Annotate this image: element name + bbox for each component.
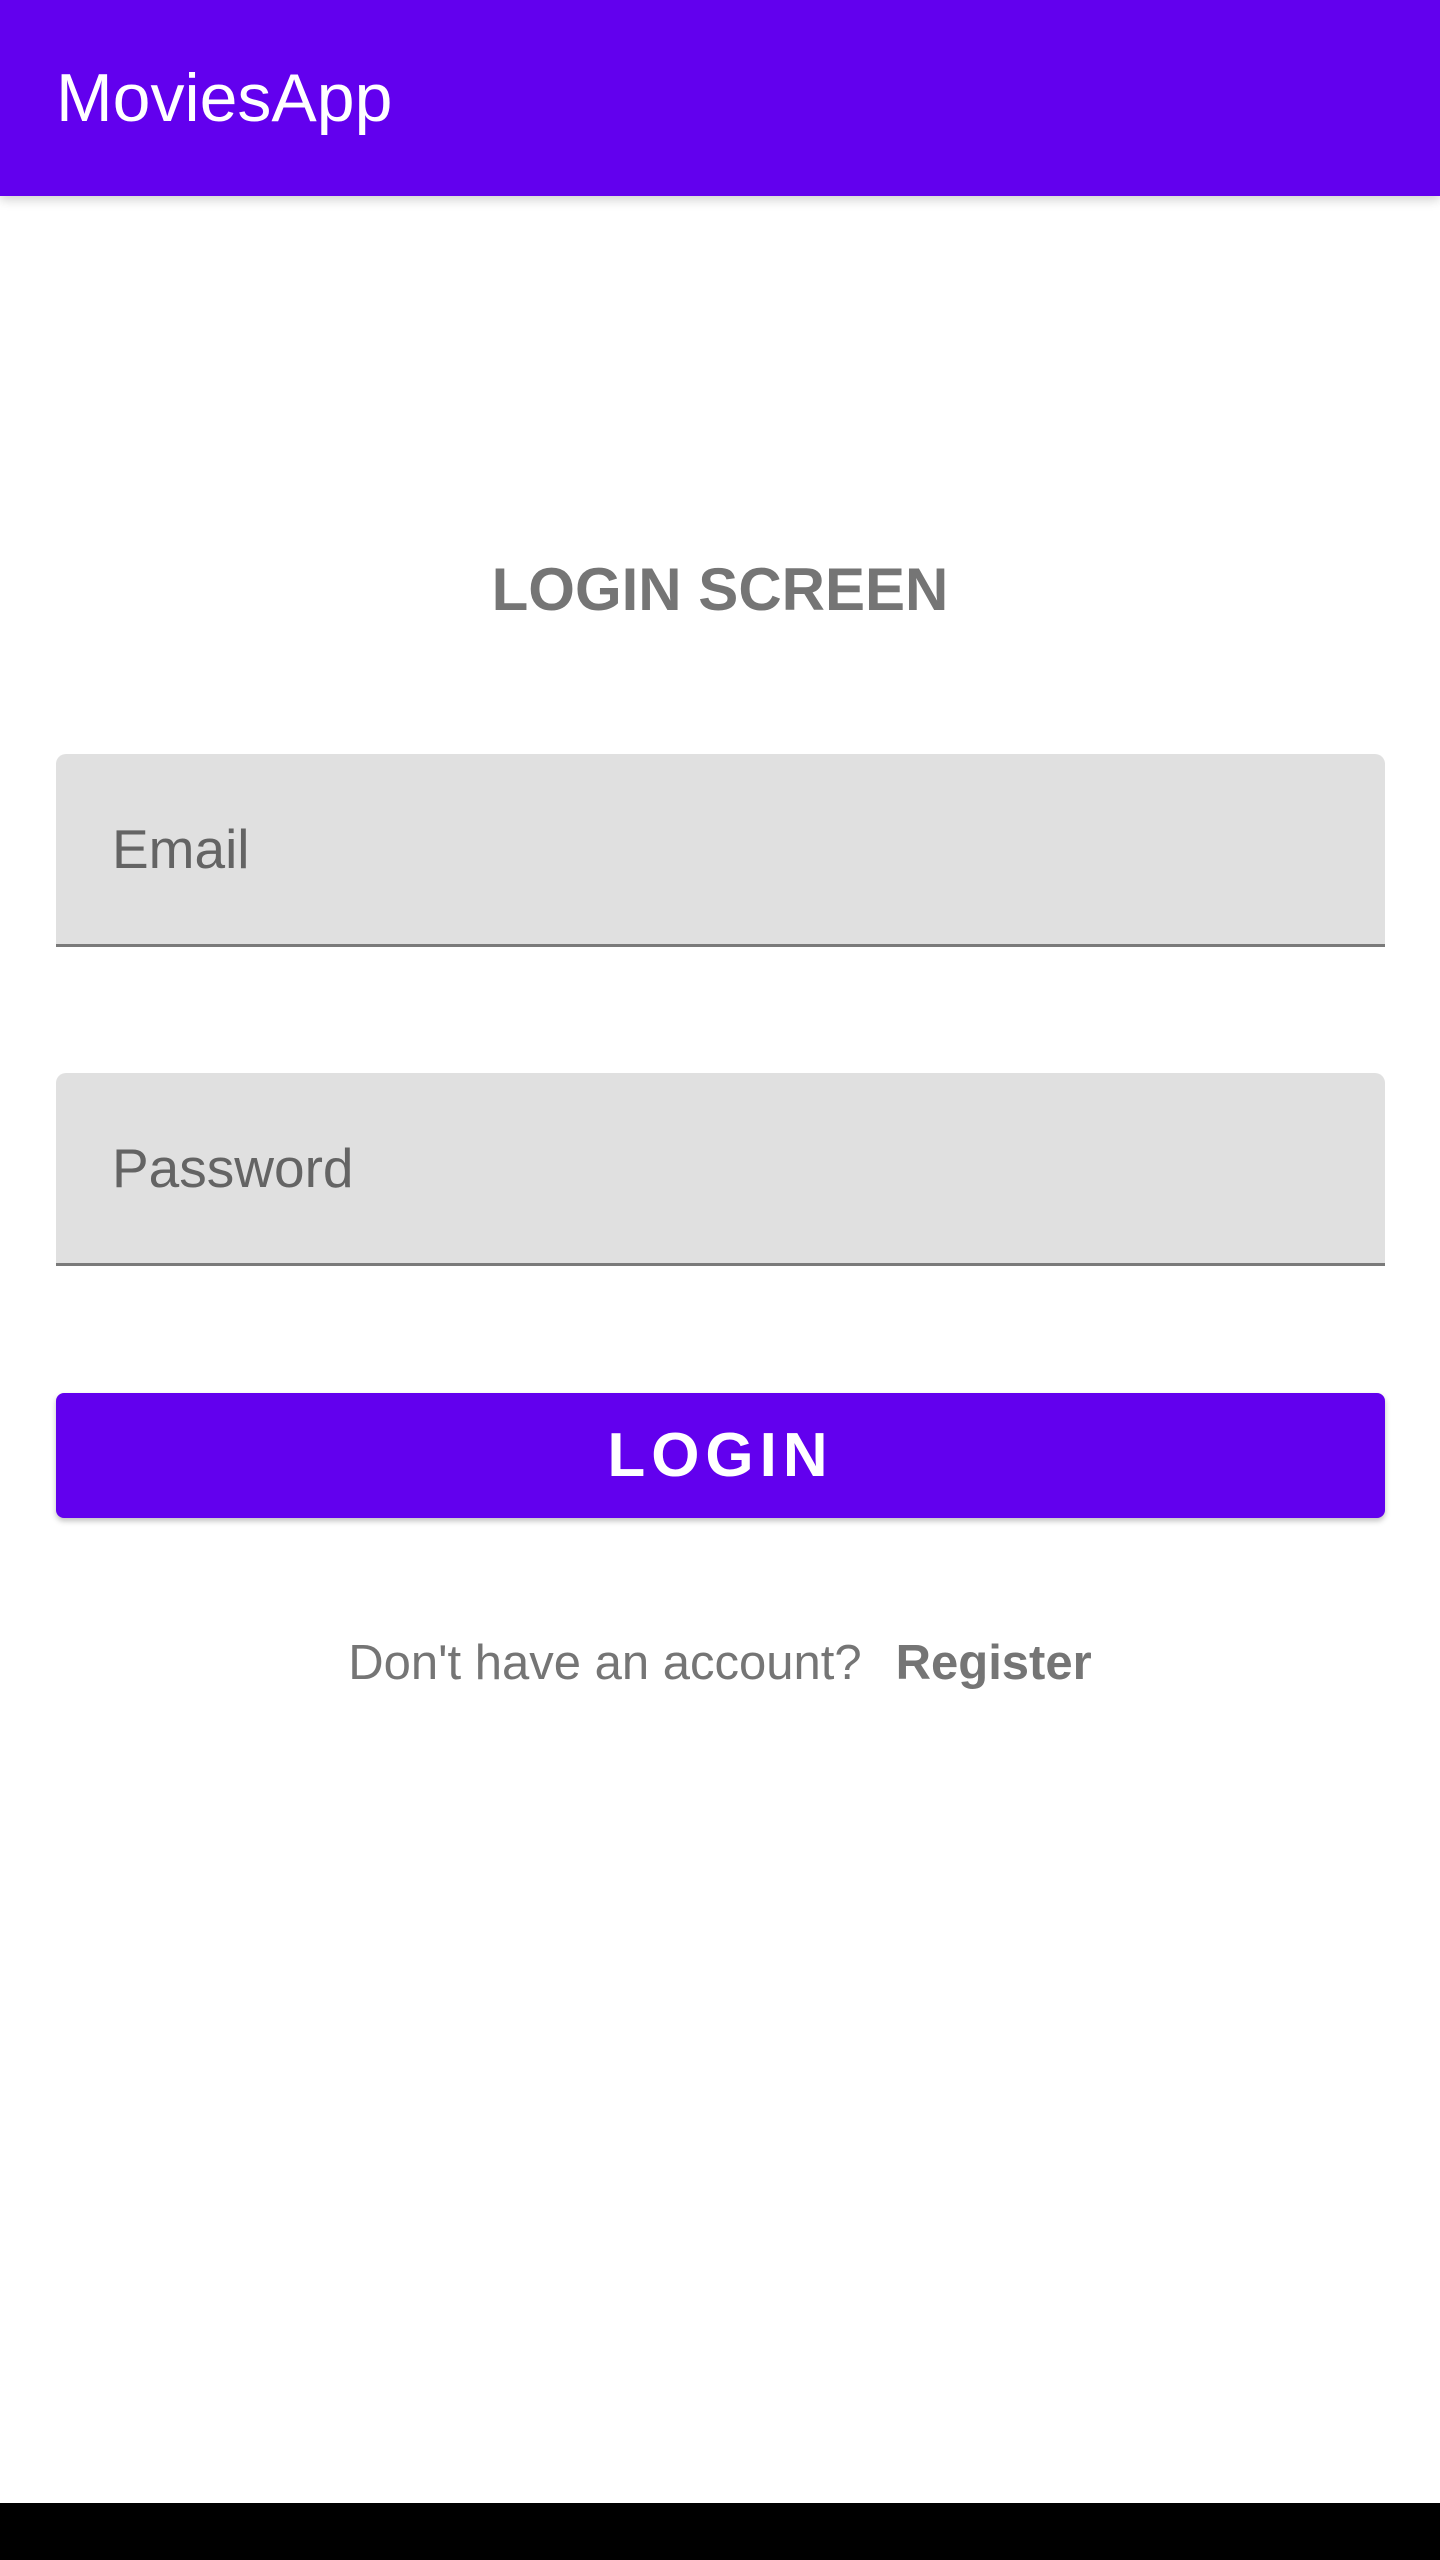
password-field[interactable] [56, 1073, 1385, 1266]
register-row: Don't have an account? Register [0, 1635, 1440, 1691]
email-field[interactable] [56, 754, 1385, 947]
page-title: LOGIN SCREEN [491, 556, 949, 623]
app-bar: MoviesApp [0, 0, 1440, 196]
system-navigation-bar [0, 2503, 1440, 2560]
login-button[interactable]: LOGIN [56, 1393, 1385, 1518]
app-title: MoviesApp [56, 60, 393, 136]
register-prompt: Don't have an account? [348, 1636, 862, 1690]
register-link[interactable]: Register [896, 1636, 1092, 1690]
